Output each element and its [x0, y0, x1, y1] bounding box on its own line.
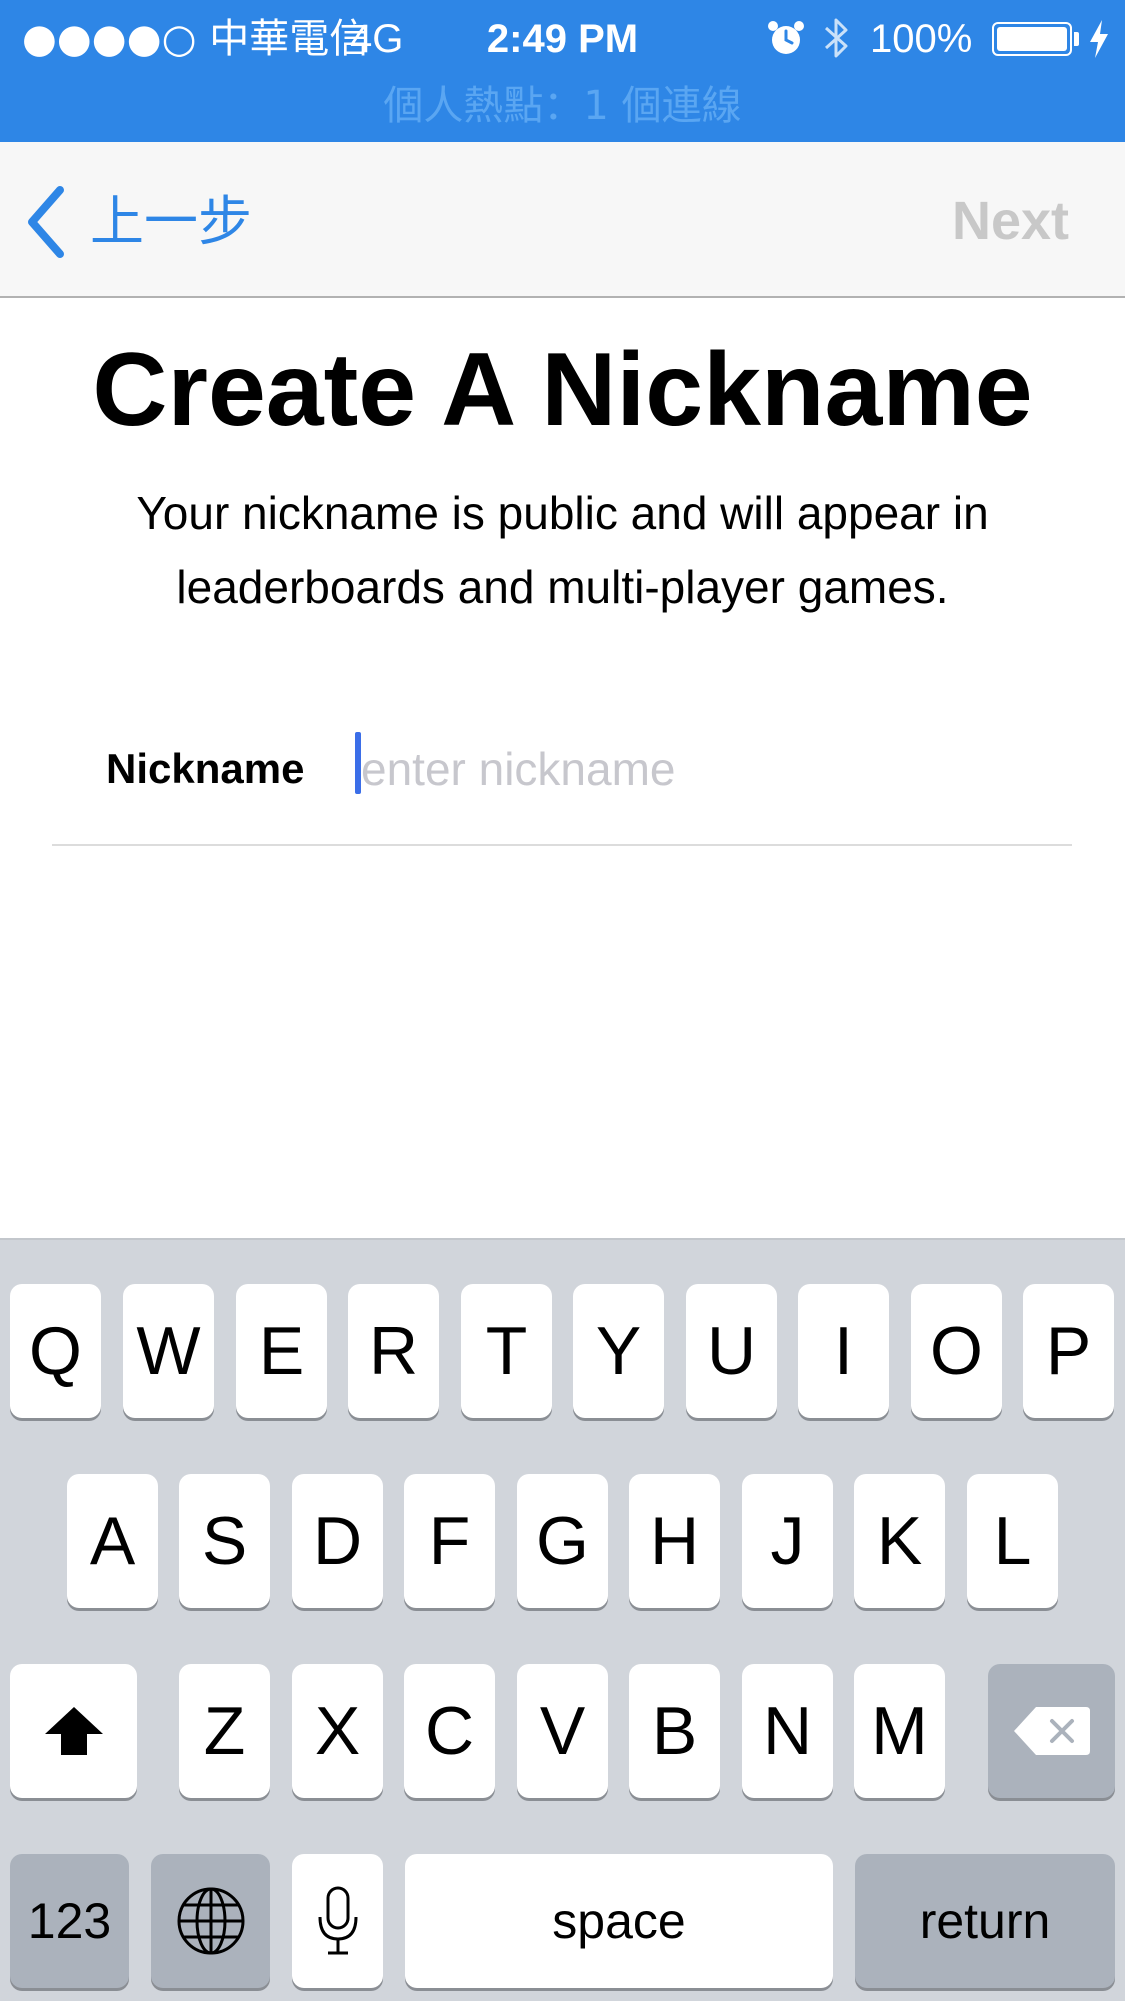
shift-key[interactable] [10, 1664, 137, 1798]
battery-tip [1074, 32, 1079, 46]
nickname-field-row: Nickname [52, 710, 1072, 846]
key-k[interactable]: K [854, 1474, 945, 1608]
key-u[interactable]: U [686, 1284, 777, 1418]
globe-key[interactable] [151, 1854, 270, 1988]
key-v[interactable]: V [517, 1664, 608, 1798]
battery-level-fill [997, 27, 1067, 51]
page-description: Your nickname is public and will appear … [136, 487, 989, 613]
back-button-label: 上一步 [90, 190, 252, 253]
return-key[interactable]: return [855, 1854, 1115, 1988]
battery-percentage: 100% [870, 17, 973, 61]
key-e[interactable]: E [236, 1284, 327, 1418]
key-m[interactable]: M [854, 1664, 945, 1798]
keyboard: Q W E R T Y U I O P A S D F G H J K L Z … [0, 1238, 1125, 2001]
key-b[interactable]: B [629, 1664, 720, 1798]
key-s[interactable]: S [179, 1474, 270, 1608]
chevron-left-icon [28, 186, 64, 258]
screen: ●●●●○ 中華電信 4G 2:49 PM 100% 個人熱點：1 個連線 上一… [0, 0, 1125, 2001]
navigation-bar: 上一步 Next [0, 142, 1125, 298]
nickname-input[interactable] [355, 732, 1055, 806]
key-h[interactable]: H [629, 1474, 720, 1608]
key-z[interactable]: Z [179, 1664, 270, 1798]
key-n[interactable]: N [742, 1664, 833, 1798]
key-a[interactable]: A [67, 1474, 158, 1608]
alarm-icon [768, 21, 804, 54]
status-bar-row: ●●●●○ 中華電信 4G 2:49 PM 100% [0, 0, 1125, 78]
microphone-key[interactable] [292, 1854, 383, 1988]
numbers-key[interactable]: 123 [10, 1854, 129, 1988]
key-c[interactable]: C [404, 1664, 495, 1798]
page-title: Create A Nickname [92, 332, 1033, 448]
key-w[interactable]: W [123, 1284, 214, 1418]
globe-icon [177, 1887, 244, 1955]
battery-icon [992, 22, 1072, 56]
key-r[interactable]: R [348, 1284, 439, 1418]
nickname-label: Nickname [106, 745, 305, 792]
microphone-icon [318, 1886, 357, 1955]
key-y[interactable]: Y [573, 1284, 664, 1418]
charging-icon [1090, 20, 1108, 58]
key-i[interactable]: I [798, 1284, 889, 1418]
key-f[interactable]: F [404, 1474, 495, 1608]
next-button[interactable]: Next [952, 189, 1069, 253]
hotspot-banner[interactable]: 個人熱點：1 個連線 [0, 78, 1125, 134]
key-p[interactable]: P [1023, 1284, 1114, 1418]
key-o[interactable]: O [911, 1284, 1002, 1418]
key-j[interactable]: J [742, 1474, 833, 1608]
key-g[interactable]: G [517, 1474, 608, 1608]
key-l[interactable]: L [967, 1474, 1058, 1608]
delete-key[interactable] [988, 1664, 1115, 1798]
space-key[interactable]: space [405, 1854, 833, 1988]
status-bar: ●●●●○ 中華電信 4G 2:49 PM 100% 個人熱點：1 個連線 [0, 0, 1125, 142]
key-d[interactable]: D [292, 1474, 383, 1608]
delete-icon [1013, 1707, 1090, 1755]
shift-icon [44, 1707, 103, 1755]
bluetooth-icon [824, 18, 848, 58]
key-q[interactable]: Q [10, 1284, 101, 1418]
key-t[interactable]: T [461, 1284, 552, 1418]
back-button[interactable]: 上一步 [22, 172, 252, 272]
key-x[interactable]: X [292, 1664, 383, 1798]
